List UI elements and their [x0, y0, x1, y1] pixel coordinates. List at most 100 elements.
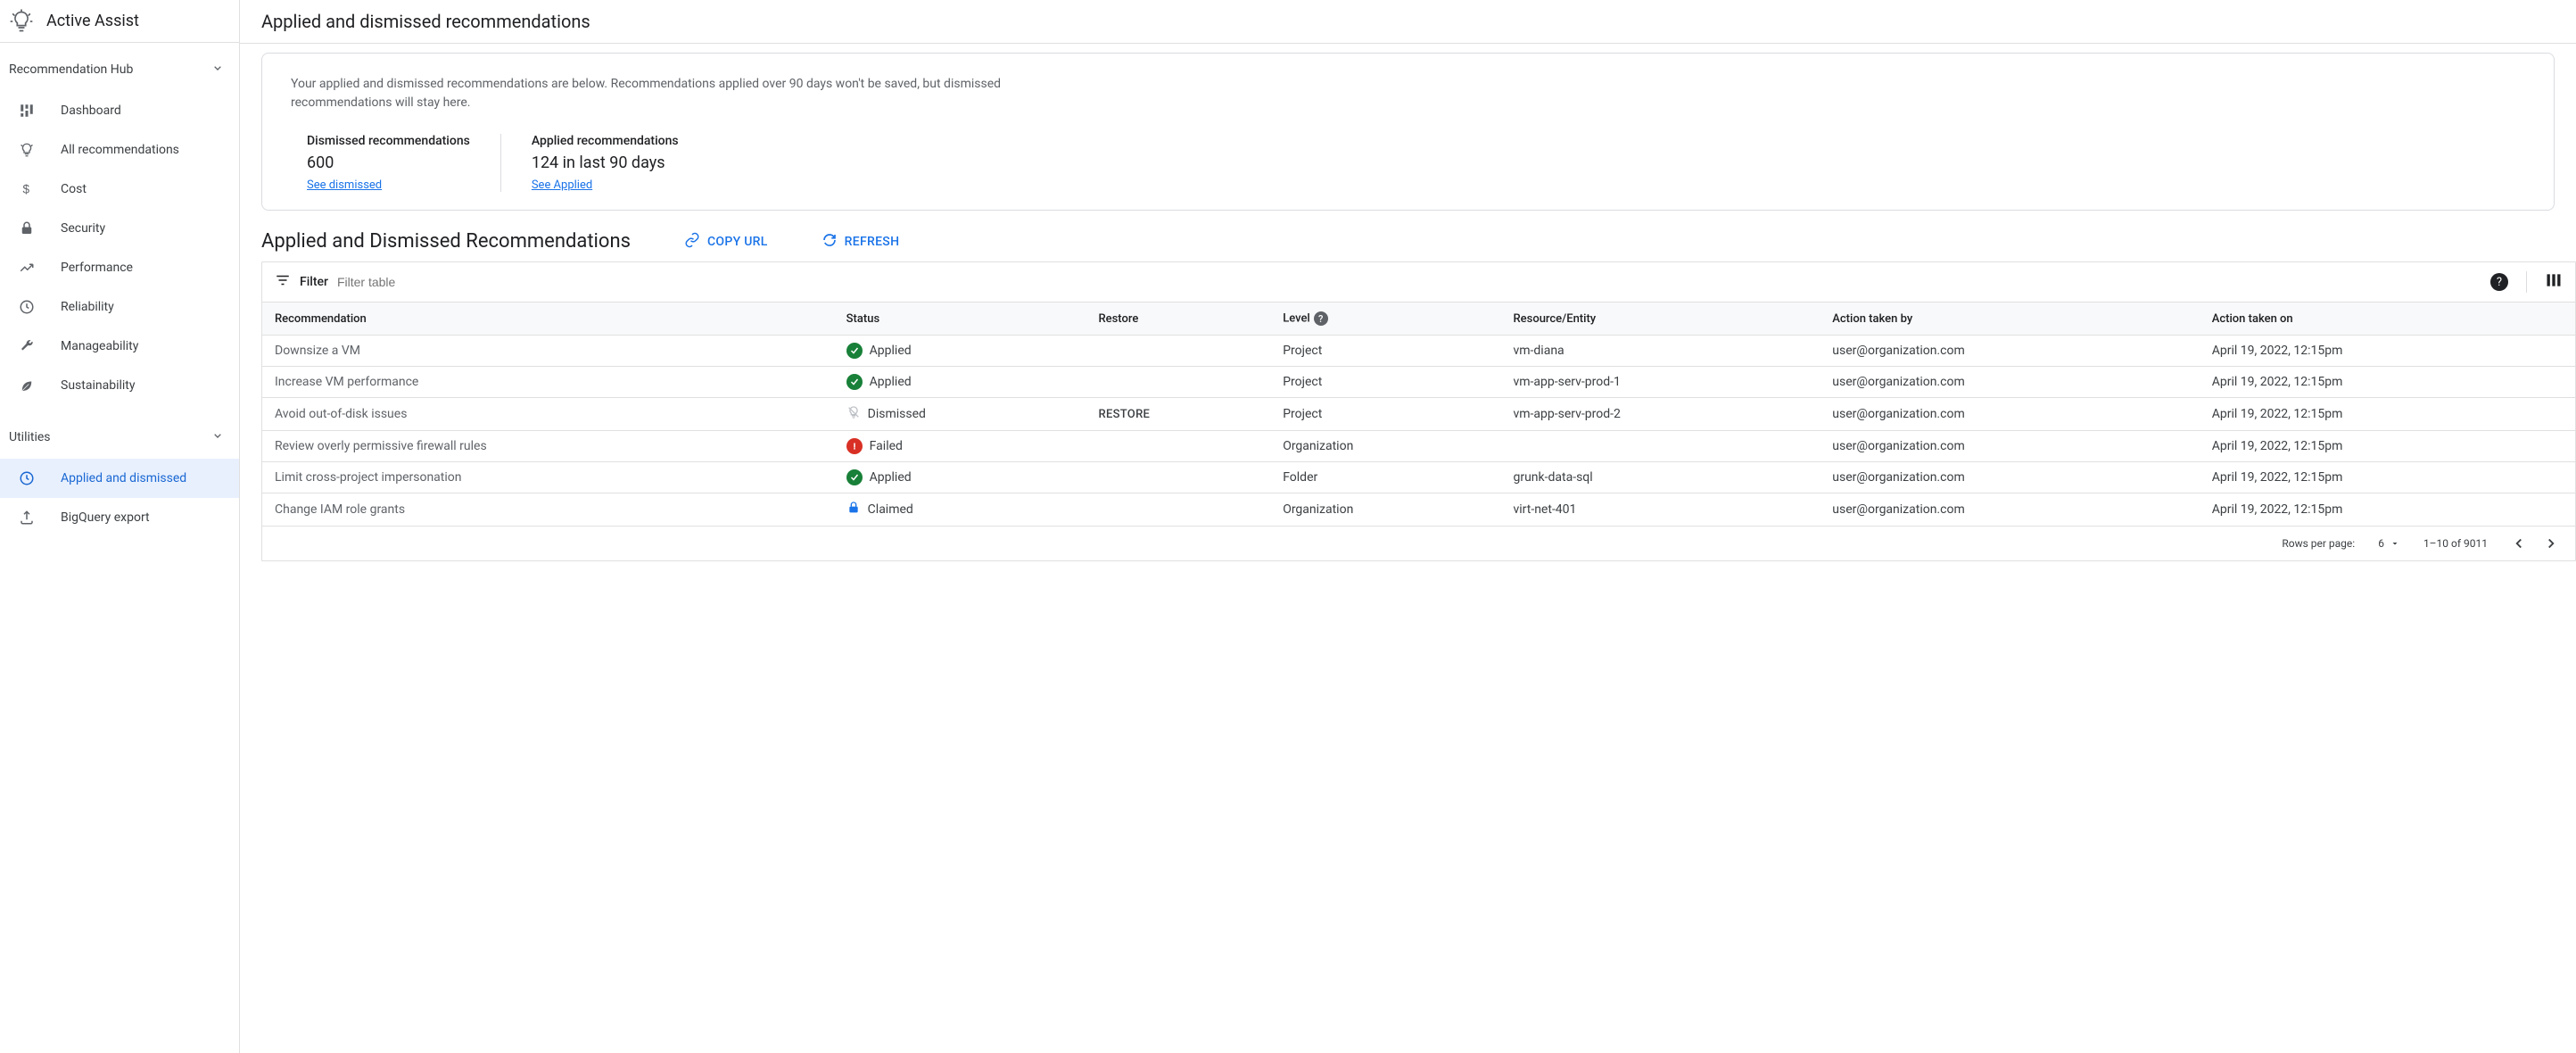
sidebar-item-label: All recommendations — [61, 143, 179, 157]
refresh-button[interactable]: REFRESH — [822, 232, 900, 252]
columns-icon[interactable] — [2545, 271, 2563, 293]
col-header[interactable]: Level? — [1270, 303, 1500, 336]
cell-restore — [1086, 431, 1270, 462]
cell-on: April 19, 2022, 12:15pm — [2200, 367, 2575, 398]
filter-input[interactable] — [337, 275, 2481, 289]
col-header[interactable]: Action taken on — [2200, 303, 2575, 336]
cell-status: Failed — [834, 431, 1086, 462]
cell-by: user@organization.com — [1820, 462, 2199, 493]
col-header[interactable]: Status — [834, 303, 1086, 336]
cell-status: Applied — [834, 367, 1086, 398]
sidebar-item-sustainability[interactable]: Sustainability — [0, 366, 239, 405]
sidebar-item-performance[interactable]: Performance — [0, 248, 239, 287]
dollar-icon: $ — [18, 180, 36, 198]
next-page-button[interactable] — [2543, 535, 2559, 551]
see-dismissed-link[interactable]: See dismissed — [307, 178, 382, 192]
sidebar-item-all-recs[interactable]: All recommendations — [0, 130, 239, 170]
lock-icon — [846, 501, 861, 518]
sidebar-item-label: Dashboard — [61, 104, 121, 118]
rows-per-page-label: Rows per page: — [2282, 537, 2355, 550]
link-icon — [684, 232, 700, 252]
help-icon[interactable]: ? — [2490, 273, 2508, 291]
cell-recommendation: Avoid out-of-disk issues — [262, 398, 834, 431]
col-header[interactable]: Resource/Entity — [1500, 303, 1820, 336]
stat-applied: Applied recommendations 124 in last 90 d… — [516, 134, 695, 192]
stat-dismissed: Dismissed recommendations 600 See dismis… — [291, 134, 486, 192]
col-header[interactable]: Recommendation — [262, 303, 834, 336]
check-circle-icon — [846, 469, 863, 485]
sidebar-item-label: Manageability — [61, 339, 138, 353]
button-label: REFRESH — [845, 235, 900, 249]
cell-recommendation: Review overly permissive firewall rules — [262, 431, 834, 462]
table-row[interactable]: Change IAM role grantsClaimedOrganizatio… — [262, 493, 2575, 526]
table-row[interactable]: Downsize a VMAppliedProjectvm-dianauser@… — [262, 336, 2575, 367]
restore-button[interactable]: RESTORE — [1098, 408, 1150, 421]
copy-url-button[interactable]: COPY URL — [684, 232, 768, 252]
cell-restore — [1086, 367, 1270, 398]
cell-restore — [1086, 493, 1270, 526]
stat-label: Applied recommendations — [532, 134, 679, 148]
cell-resource: vm-app-serv-prod-1 — [1500, 367, 1820, 398]
cell-level: Folder — [1270, 462, 1500, 493]
sidebar-item-bigquery-export[interactable]: BigQuery export — [0, 498, 239, 537]
nav-section-header-utilities[interactable]: Utilities — [0, 416, 239, 459]
sidebar-item-applied-dismissed[interactable]: Applied and dismissed — [0, 459, 239, 498]
col-header[interactable]: Restore — [1086, 303, 1270, 336]
cell-status: Dismissed — [834, 398, 1086, 431]
recommendations-table: RecommendationStatusRestoreLevel?Resourc… — [262, 303, 2575, 526]
cell-resource — [1500, 431, 1820, 462]
chevron-down-icon — [211, 428, 225, 446]
sidebar-item-label: Performance — [61, 261, 133, 275]
wrench-icon — [18, 337, 36, 355]
cell-by: user@organization.com — [1820, 336, 2199, 367]
cell-level: Project — [1270, 398, 1500, 431]
cell-status: Applied — [834, 462, 1086, 493]
cell-status: Applied — [834, 336, 1086, 367]
history-icon — [18, 469, 36, 487]
table-row[interactable]: Avoid out-of-disk issuesDismissed RESTORE… — [262, 398, 2575, 431]
cell-level: Project — [1270, 367, 1500, 398]
help-icon[interactable]: ? — [1314, 311, 1328, 326]
sidebar-item-security[interactable]: Security — [0, 209, 239, 248]
prev-page-button[interactable] — [2511, 535, 2527, 551]
filter-icon — [275, 272, 291, 292]
rows-per-page-select[interactable]: 6 — [2378, 537, 2400, 550]
section-bar: Applied and Dismissed Recommendations CO… — [240, 218, 2576, 261]
col-header[interactable]: Action taken by — [1820, 303, 2199, 336]
sidebar-item-label: Cost — [61, 182, 87, 196]
filter-label: Filter — [300, 275, 328, 289]
summary-text: Your applied and dismissed recommendatio… — [291, 75, 1022, 112]
nav-section-header-hub[interactable]: Recommendation Hub — [0, 48, 239, 91]
leaf-icon — [18, 377, 36, 394]
see-applied-link[interactable]: See Applied — [532, 178, 592, 192]
summary-card: Your applied and dismissed recommendatio… — [261, 53, 2555, 211]
cell-resource: virt-net-401 — [1500, 493, 1820, 526]
sidebar-item-label: Sustainability — [61, 378, 135, 393]
sidebar-item-label: Applied and dismissed — [61, 471, 186, 485]
stat-label: Dismissed recommendations — [307, 134, 470, 148]
dismissed-icon — [846, 405, 861, 423]
cell-by: user@organization.com — [1820, 431, 2199, 462]
check-circle-icon — [846, 374, 863, 390]
page-title: Applied and dismissed recommendations — [240, 0, 2576, 44]
sidebar-item-cost[interactable]: $ Cost — [0, 170, 239, 209]
cell-restore: RESTORE — [1086, 398, 1270, 431]
cell-recommendation: Limit cross-project impersonation — [262, 462, 834, 493]
export-icon — [18, 509, 36, 526]
cell-restore — [1086, 462, 1270, 493]
sidebar-item-label: Security — [61, 221, 105, 236]
sidebar: Active Assist Recommendation Hub Dashboa… — [0, 0, 240, 1053]
sidebar-item-reliability[interactable]: Reliability — [0, 287, 239, 327]
sidebar-item-manageability[interactable]: Manageability — [0, 327, 239, 366]
section-title: Applied and Dismissed Recommendations — [261, 230, 631, 253]
table-row[interactable]: Review overly permissive firewall rulesF… — [262, 431, 2575, 462]
sidebar-item-dashboard[interactable]: Dashboard — [0, 91, 239, 130]
cell-on: April 19, 2022, 12:15pm — [2200, 336, 2575, 367]
cell-resource: vm-diana — [1500, 336, 1820, 367]
dropdown-icon — [2390, 538, 2400, 549]
table-row[interactable]: Limit cross-project impersonationApplied… — [262, 462, 2575, 493]
check-circle-icon — [846, 343, 863, 359]
cell-resource: grunk-data-sql — [1500, 462, 1820, 493]
table-row[interactable]: Increase VM performanceAppliedProjectvm-… — [262, 367, 2575, 398]
nav-section-hub: Recommendation Hub Dashboard All recomme… — [0, 43, 239, 410]
